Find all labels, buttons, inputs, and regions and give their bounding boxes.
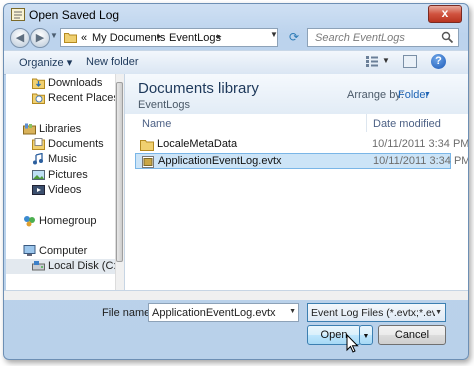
pictures-icon (32, 170, 45, 180)
column-header-date-modified[interactable]: Date modified (373, 118, 441, 130)
nav-label: Music (48, 153, 77, 165)
open-split-dropdown[interactable]: ▼ (359, 325, 373, 345)
navigation-scroll-thumb[interactable] (116, 82, 123, 262)
close-button[interactable]: x (428, 5, 462, 23)
forward-button[interactable]: ▶ (30, 28, 50, 48)
search-box[interactable]: Search EventLogs (307, 28, 459, 47)
arrange-by-label: Arrange by: (347, 89, 404, 101)
nav-label: Libraries (39, 123, 82, 135)
nav-label: Local Disk (C:) (48, 260, 121, 272)
computer-icon (23, 245, 36, 256)
navigation-pane: Downloads Recent Places Libraries Docume… (6, 74, 125, 290)
nav-item-computer[interactable]: Computer (6, 244, 116, 259)
nav-item-recent-places[interactable]: Recent Places (6, 91, 119, 106)
nav-item-libraries[interactable]: Libraries (6, 122, 116, 137)
nav-item-videos[interactable]: Videos (6, 183, 116, 198)
nav-item-downloads[interactable]: Downloads (6, 76, 116, 91)
horizontal-scrollbar[interactable] (4, 290, 468, 300)
breadcrumb-separator[interactable]: ▸ (157, 31, 162, 42)
file-name-value[interactable]: ApplicationEventLog.evtx (152, 307, 276, 319)
event-viewer-icon (11, 8, 25, 21)
preview-pane-icon[interactable] (403, 55, 417, 68)
recent-locations-dropdown[interactable]: ▼ (50, 31, 58, 40)
file-list-pane: Documents library EventLogs Arrange by: … (125, 74, 468, 290)
nav-label: Documents (48, 138, 104, 150)
column-header-name[interactable]: Name (142, 118, 171, 130)
change-view-icon[interactable] (365, 55, 379, 68)
libraries-icon (23, 123, 36, 135)
file-date: 10/11/2011 3:34 PM (373, 155, 469, 167)
file-name-field[interactable]: ApplicationEventLog.evtx ▼ (148, 303, 299, 322)
nav-item-documents[interactable]: Documents (6, 137, 116, 152)
local-disk-icon (32, 261, 45, 271)
chevron-down-icon[interactable]: ▼ (424, 91, 431, 98)
nav-label: Homegroup (39, 215, 97, 227)
window-title: Open Saved Log (29, 8, 120, 22)
refresh-icon[interactable]: ⟳ (286, 30, 302, 45)
cancel-button[interactable]: Cancel (378, 325, 446, 345)
search-icon[interactable] (441, 31, 454, 44)
file-name: LocaleMetaData (157, 138, 238, 150)
back-button[interactable]: ◀ (10, 28, 30, 48)
view-dropdown-icon[interactable]: ▼ (382, 56, 390, 65)
breadcrumb-eventlogs[interactable]: EventLogs (169, 32, 221, 44)
chevron-down-icon[interactable]: ▼ (435, 309, 442, 316)
nav-label: Downloads (48, 77, 103, 89)
organize-button[interactable]: Organize ▾ (19, 56, 72, 69)
file-name-label: File name: (102, 307, 154, 319)
address-row: ◀ ▶ ▼ « My Documents ▸ EventLogs ▸ ▼ ⟳ S… (4, 26, 468, 50)
event-log-file-icon (142, 156, 154, 168)
breadcrumb-my-documents[interactable]: My Documents (92, 32, 165, 44)
mouse-pointer-icon (346, 334, 359, 353)
address-dropdown[interactable]: ▼ (267, 30, 281, 43)
library-header: Documents library EventLogs Arrange by: … (125, 74, 468, 114)
folder-icon (140, 140, 154, 151)
chevron-down-icon[interactable]: ▼ (289, 308, 296, 315)
nav-item-music[interactable]: Music (6, 152, 116, 167)
breadcrumb-separator[interactable]: ▸ (217, 31, 222, 42)
library-title: Documents library (138, 80, 259, 97)
nav-item-homegroup[interactable]: Homegroup (6, 214, 116, 229)
folder-icon (64, 33, 77, 43)
file-name: ApplicationEventLog.evtx (158, 155, 282, 167)
documents-icon (32, 138, 45, 150)
nav-item-local-disk[interactable]: Local Disk (C:) (6, 259, 120, 274)
command-bar: Organize ▾ New folder ▼ ? (4, 50, 468, 75)
file-date: 10/11/2011 3:34 PM (372, 138, 469, 150)
videos-icon (32, 185, 45, 195)
music-icon (33, 153, 43, 165)
nav-label: Pictures (48, 169, 88, 181)
address-overflow[interactable]: « (81, 32, 87, 44)
list-item[interactable]: LocaleMetaData 10/11/2011 3:34 PM (135, 137, 468, 153)
nav-label: Videos (48, 184, 82, 196)
open-saved-log-dialog: Open Saved Log x ◀ ▶ ▼ « My Documents ▸ … (3, 3, 469, 360)
new-folder-button[interactable]: New folder (86, 56, 139, 68)
library-subtitle: EventLogs (138, 99, 190, 111)
homegroup-icon (24, 216, 35, 227)
nav-label: Recent Places (48, 92, 119, 104)
help-icon[interactable]: ? (431, 54, 446, 69)
recent-places-icon (32, 93, 45, 104)
search-input[interactable]: Search EventLogs (315, 32, 405, 44)
downloads-icon (32, 78, 45, 89)
column-divider[interactable] (366, 114, 367, 132)
list-item[interactable]: ApplicationEventLog.evtx 10/11/2011 3:34… (135, 153, 468, 169)
address-bar[interactable]: « My Documents ▸ EventLogs ▸ (60, 28, 278, 47)
file-type-value[interactable]: Event Log Files (*.evtx;*.evt;*.etl (311, 307, 435, 319)
file-type-select[interactable]: Event Log Files (*.evtx;*.evt;*.etl ▼ (307, 303, 446, 322)
nav-item-pictures[interactable]: Pictures (6, 168, 116, 183)
title-bar[interactable]: Open Saved Log x (4, 4, 468, 26)
nav-label: Computer (39, 245, 88, 257)
